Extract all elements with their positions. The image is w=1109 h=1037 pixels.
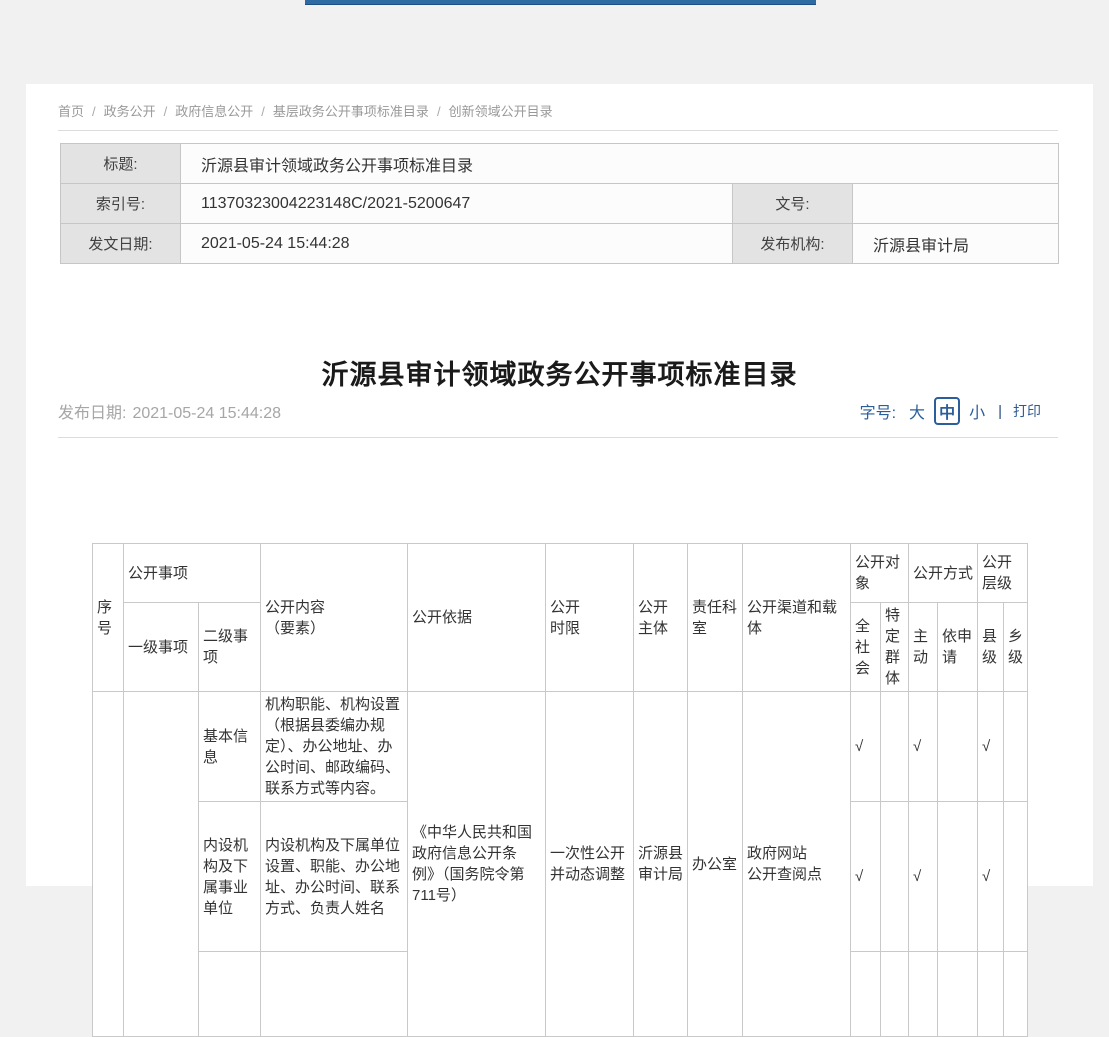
cell-channel: 政府网站 公开查阅点: [743, 692, 851, 1037]
breadcrumb-divider: [58, 130, 1058, 131]
col-header-level1: 一级事项: [124, 603, 199, 692]
cell-check-all: √: [851, 802, 881, 952]
cell-subject: 沂源县 审计局: [634, 692, 688, 1037]
meta-docno-label: 文号:: [733, 184, 853, 224]
cell-seq: [93, 692, 124, 1037]
page-title: 沂源县审计领域政务公开事项标准目录: [26, 353, 1093, 392]
col-header-audience-group: 公开对 象: [851, 544, 909, 603]
cell-time-limit: 一次性公开 并动态调整: [546, 692, 634, 1037]
breadcrumb-separator: /: [437, 104, 441, 119]
breadcrumb: 首页 / 政务公开 / 政府信息公开 / 基层政务公开事项标准目录 / 创新领域公开目录: [58, 101, 553, 120]
col-header-item-group: 公开事项: [124, 544, 261, 603]
cell-check-request: [938, 952, 978, 1037]
col-header-level-township: 乡 级: [1004, 603, 1028, 692]
cell-content: 机构职能、机构设置 （根据县委编办规 定）、办公地址、办 公时间、邮政编码、 联…: [261, 692, 408, 802]
col-header-method-group: 公开方式: [909, 544, 978, 603]
col-header-audience-all: 全社 会: [851, 603, 881, 692]
col-header-level-group: 公开 层级: [978, 544, 1028, 603]
col-header-time-limit: 公开 时限: [546, 544, 634, 692]
cell-level2: 基本信 息: [199, 692, 261, 802]
cell-check-request: [938, 802, 978, 952]
disclosure-catalog-table: 序 号 公开事项 公开内容 （要素） 公开依据 公开 时限 公开 主体 责任科 …: [92, 543, 1028, 1037]
col-header-seq: 序 号: [93, 544, 124, 692]
meta-date-label: 发文日期:: [61, 224, 181, 264]
cell-check-active: √: [909, 692, 938, 802]
col-header-department: 责任科 室: [688, 544, 743, 692]
cell-check-request: [938, 692, 978, 802]
breadcrumb-item-zhengwu[interactable]: 政务公开: [104, 104, 156, 119]
col-header-audience-specific: 特定群体: [881, 603, 909, 692]
cell-check-county: √: [978, 802, 1004, 952]
cell-check-specific: [881, 802, 909, 952]
font-size-medium-button[interactable]: 中: [934, 397, 960, 425]
print-button[interactable]: 打印: [1013, 401, 1041, 421]
publish-date: 发布日期: 2021-05-24 15:44:28: [58, 399, 281, 423]
font-size-controls: 字号: 大 中 小 | 打印: [860, 397, 1041, 425]
breadcrumb-item-home[interactable]: 首页: [58, 104, 84, 119]
meta-index-value: 11370323004223148C/2021-5200647: [181, 184, 733, 224]
cell-check-county: [978, 952, 1004, 1037]
breadcrumb-separator: /: [164, 104, 168, 119]
cell-check-active: √: [909, 802, 938, 952]
cell-check-all: √: [851, 692, 881, 802]
col-header-level-county: 县 级: [978, 603, 1004, 692]
top-navbar-fragment: [305, 0, 816, 5]
cell-basis: 《中华人民共和国 政府信息公开条 例》（国务院令第 711号）: [408, 692, 546, 1037]
font-size-label: 字号:: [860, 399, 896, 423]
meta-org-value: 沂源县审计局: [853, 224, 1059, 264]
cell-check-specific: [881, 952, 909, 1037]
publish-date-label: 发布日期:: [58, 405, 126, 422]
cell-content: [261, 952, 408, 1037]
meta-title-label: 标题:: [61, 144, 181, 184]
cell-check-township: [1004, 952, 1028, 1037]
cell-check-specific: [881, 692, 909, 802]
font-controls-divider: |: [998, 403, 1002, 420]
article-header-divider: [58, 437, 1058, 438]
breadcrumb-item-info-disclosure[interactable]: 政府信息公开: [175, 104, 253, 119]
table-row: 基本信 息 机构职能、机构设置 （根据县委编办规 定）、办公地址、办 公时间、邮…: [93, 692, 1028, 802]
col-header-channel: 公开渠道和载 体: [743, 544, 851, 692]
col-header-subject: 公开 主体: [634, 544, 688, 692]
cell-level1: [124, 692, 199, 1037]
cell-level2: [199, 952, 261, 1037]
cell-check-all: [851, 952, 881, 1037]
meta-docno-value: [853, 184, 1059, 224]
font-size-small-button[interactable]: 小: [969, 399, 985, 423]
meta-org-label: 发布机构:: [733, 224, 853, 264]
breadcrumb-separator: /: [261, 104, 265, 119]
cell-check-county: √: [978, 692, 1004, 802]
meta-title-value: 沂源县审计领域政务公开事项标准目录: [181, 144, 1059, 184]
font-size-large-button[interactable]: 大: [909, 399, 925, 423]
cell-department: 办公室: [688, 692, 743, 1037]
col-header-method-request: 依申 请: [938, 603, 978, 692]
meta-date-value: 2021-05-24 15:44:28: [181, 224, 733, 264]
publish-date-value: 2021-05-24 15:44:28: [132, 405, 281, 422]
breadcrumb-item-standard-catalog[interactable]: 基层政务公开事项标准目录: [273, 104, 429, 119]
cell-check-township: [1004, 692, 1028, 802]
meta-index-label: 索引号:: [61, 184, 181, 224]
col-header-method-active: 主 动: [909, 603, 938, 692]
breadcrumb-item-current: 创新领域公开目录: [449, 104, 553, 119]
cell-level2: 内设机 构及下 属事业 单位: [199, 802, 261, 952]
cell-check-active: [909, 952, 938, 1037]
document-meta-table: 标题: 沂源县审计领域政务公开事项标准目录 索引号: 1137032300422…: [60, 143, 1059, 264]
col-header-basis: 公开依据: [408, 544, 546, 692]
cell-content: 内设机构及下属单位 设置、职能、办公地 址、办公时间、联系 方式、负责人姓名: [261, 802, 408, 952]
col-header-content: 公开内容 （要素）: [261, 544, 408, 692]
cell-check-township: [1004, 802, 1028, 952]
col-header-level2: 二级事 项: [199, 603, 261, 692]
breadcrumb-separator: /: [92, 104, 96, 119]
